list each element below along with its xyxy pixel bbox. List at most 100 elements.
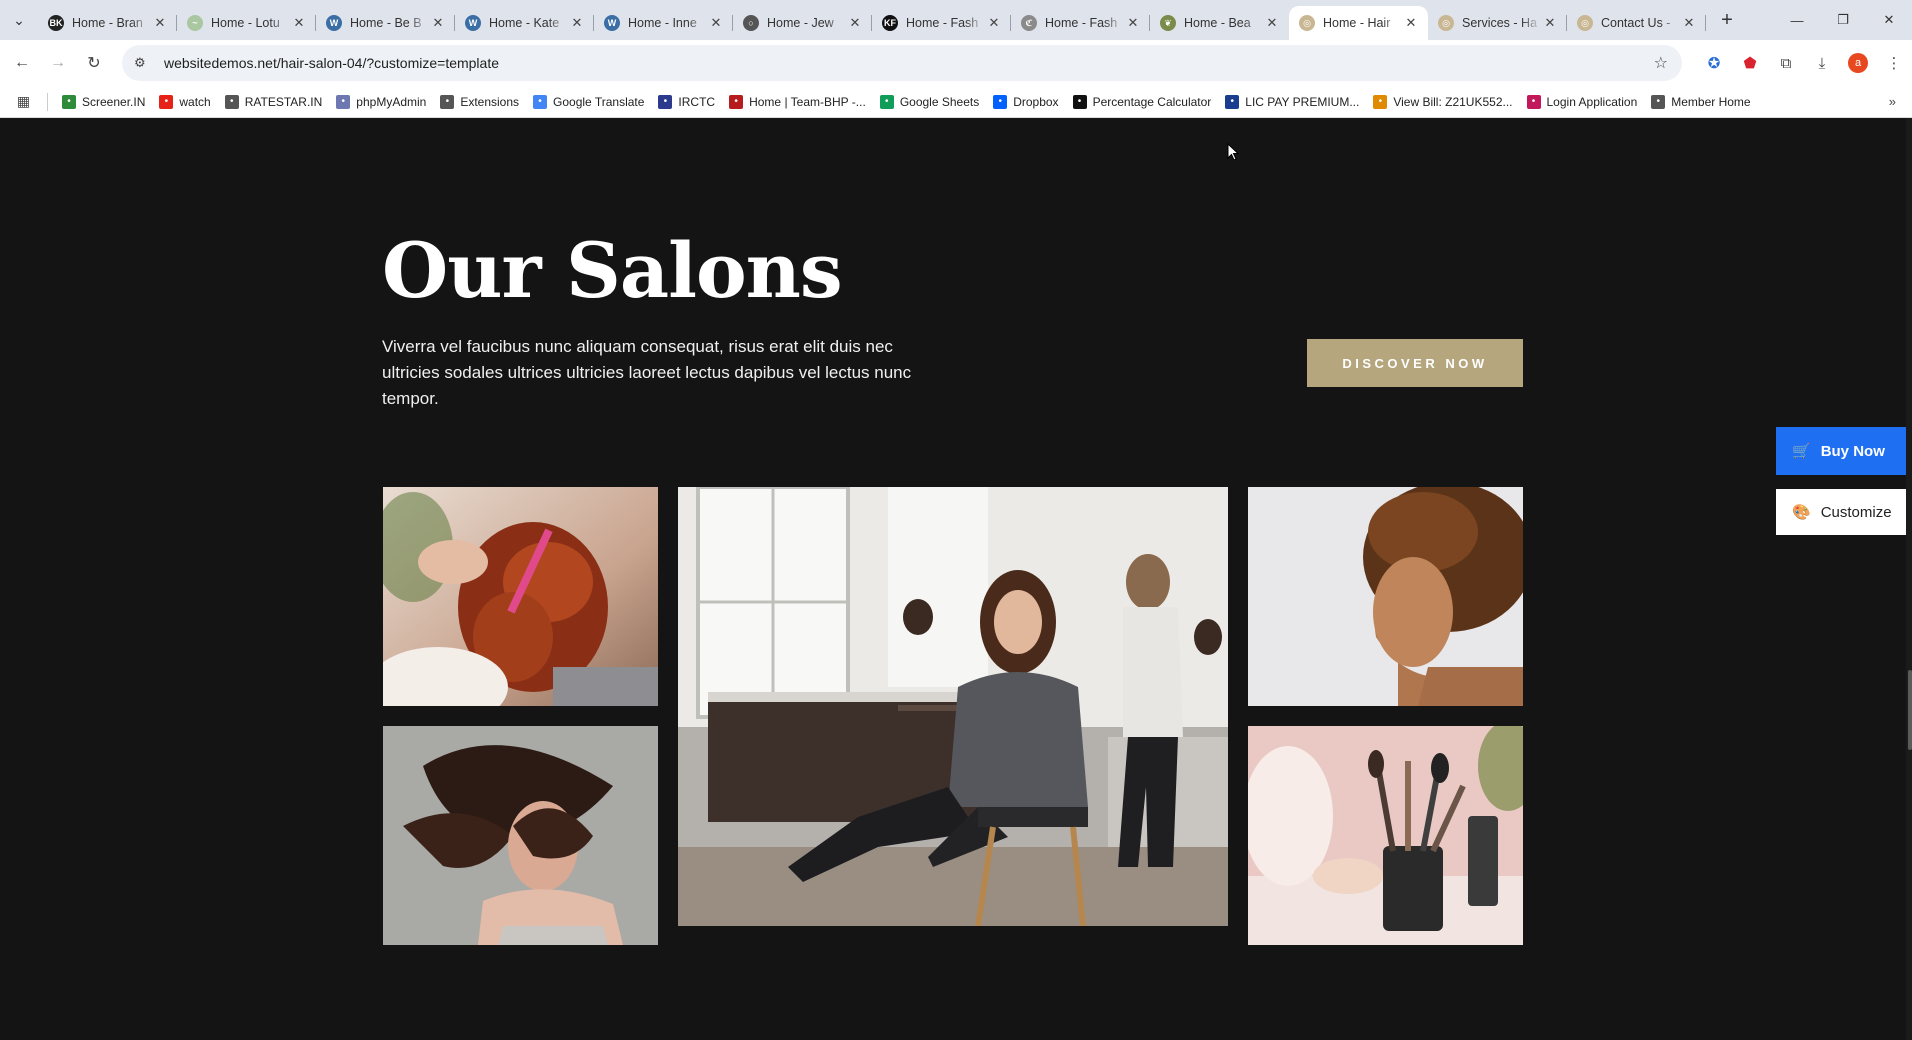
tab-favicon-icon: ○ (743, 15, 759, 31)
browser-tab[interactable]: ◎ Services - Ha ✕ (1428, 6, 1567, 40)
salon-photo-makeup-brushes (1248, 726, 1523, 945)
browser-tab[interactable]: BK Home - Bran ✕ (38, 6, 177, 40)
cart-icon: 🛒 (1792, 443, 1811, 460)
bookmark-item[interactable]: • watch (159, 94, 211, 109)
bookmark-item[interactable]: • LIC PAY PREMIUM... (1225, 94, 1360, 109)
forward-icon[interactable]: → (40, 45, 76, 81)
tab-close-icon[interactable]: ✕ (707, 15, 725, 31)
bookmark-item[interactable]: • RATESTAR.IN (224, 94, 322, 109)
tab-title: Contact Us - (1601, 16, 1671, 30)
bookmark-item[interactable]: • Member Home (1651, 94, 1751, 109)
bookmark-item[interactable]: • Screener.IN (62, 94, 145, 109)
tab-close-icon[interactable]: ✕ (151, 15, 169, 31)
bookmark-item[interactable]: • phpMyAdmin (336, 94, 426, 109)
bookmark-item[interactable]: • Home | Team-BHP -... (729, 94, 866, 109)
page-scrollbar[interactable] (1906, 118, 1912, 1040)
bookmark-label: watch (179, 94, 211, 109)
browser-tab[interactable]: ◎ Contact Us - ✕ (1567, 6, 1706, 40)
tab-title: Home - Inne (628, 16, 697, 30)
lic-icon: • (1225, 94, 1240, 109)
tab-close-icon[interactable]: ✕ (1402, 15, 1420, 31)
bookmark-item[interactable]: • IRCTC (658, 94, 715, 109)
buy-now-label: Buy Now (1820, 442, 1885, 460)
tab-favicon-icon: W (326, 15, 342, 31)
toolbar-actions: ✪ ⬟ ⧉ ⤓ a ⋮ (1696, 40, 1912, 86)
puzzle-icon: • (440, 94, 455, 109)
bookmark-item[interactable]: • Extensions (440, 94, 520, 109)
tab-close-icon[interactable]: ✕ (1124, 15, 1142, 31)
bookmark-item[interactable]: • Login Application (1526, 94, 1637, 109)
sheets-icon: • (879, 94, 894, 109)
bookmark-list: • Screener.IN • watch • RATESTAR.IN • phpMyAdmi… (48, 94, 1751, 109)
window-controls: — ❐ ✕ (1774, 0, 1912, 40)
new-tab-button[interactable]: + (1710, 9, 1744, 32)
mouse-cursor-icon (1227, 143, 1239, 161)
browser-tab[interactable]: ◎ Home - Hair ✕ (1289, 6, 1428, 40)
site-info-icon[interactable]: ⚙ (134, 55, 152, 71)
bookmark-label: Extensions (460, 94, 520, 109)
browser-tab[interactable]: ○ Home - Jew ✕ (733, 6, 872, 40)
tab-favicon-icon: W (604, 15, 620, 31)
bookmark-item[interactable]: • Percentage Calculator (1072, 94, 1211, 109)
irctc-icon: • (658, 94, 673, 109)
discover-now-button[interactable]: DISCOVER NOW (1307, 339, 1523, 387)
browser-tab[interactable]: W Home - Inne ✕ (594, 6, 733, 40)
extensions-puzzle-icon[interactable]: ⧉ (1768, 55, 1804, 72)
tab-close-icon[interactable]: ✕ (985, 15, 1003, 31)
browser-menu-icon[interactable]: ⋮ (1876, 54, 1912, 72)
salon-photo-curly-hair (1248, 487, 1523, 706)
browser-tab[interactable]: W Home - Kate ✕ (455, 6, 594, 40)
tab-title: Home - Jew (767, 16, 834, 30)
browser-tab[interactable]: W Home - Be B ✕ (316, 6, 455, 40)
tab-close-icon[interactable]: ✕ (846, 15, 864, 31)
buy-now-button[interactable]: 🛒 Buy Now (1776, 427, 1906, 475)
bookmark-label: Google Translate (553, 94, 645, 109)
tab-search-chevron-icon[interactable]: ⌄ (0, 0, 38, 40)
profile-avatar[interactable]: a (1848, 53, 1868, 73)
close-window-icon[interactable]: ✕ (1866, 0, 1912, 40)
bookmark-star-icon[interactable]: ☆ (1654, 53, 1668, 73)
downloads-icon[interactable]: ⤓ (1804, 55, 1840, 72)
tab-title: Home - Fash (1045, 16, 1118, 30)
tab-title: Home - Bea (1184, 16, 1251, 30)
tab-close-icon[interactable]: ✕ (1680, 15, 1698, 31)
reload-icon[interactable]: ↻ (76, 45, 112, 81)
tab-close-icon[interactable]: ✕ (290, 15, 308, 31)
globe-icon: • (1651, 94, 1666, 109)
bookmark-label: Home | Team-BHP -... (749, 94, 866, 109)
minimize-icon[interactable]: — (1774, 0, 1820, 40)
palette-icon: 🎨 (1792, 504, 1811, 521)
bookmark-label: LIC PAY PREMIUM... (1245, 94, 1360, 109)
scrollbar-thumb[interactable] (1908, 670, 1912, 750)
browser-tab[interactable]: ❦ Home - Bea ✕ (1150, 6, 1289, 40)
tab-close-icon[interactable]: ✕ (1541, 15, 1559, 31)
bookmark-item[interactable]: • Google Sheets (879, 94, 980, 109)
restore-icon[interactable]: ❐ (1820, 0, 1866, 40)
ratestar-icon: • (224, 94, 239, 109)
more-bookmarks-icon[interactable]: » (1889, 94, 1896, 109)
bookmark-item[interactable]: • Google Translate (533, 94, 645, 109)
tab-favicon-icon: ~ (187, 15, 203, 31)
tab-close-icon[interactable]: ✕ (1263, 15, 1281, 31)
extension-blue-icon[interactable]: ✪ (1696, 54, 1732, 72)
extension-red-shield-icon[interactable]: ⬟ (1732, 54, 1768, 72)
bookmark-label: Dropbox (1013, 94, 1059, 109)
browser-tab[interactable]: ℭ Home - Fash ✕ (1011, 6, 1150, 40)
teambhp-icon: • (729, 94, 744, 109)
bookmark-item[interactable]: • View Bill: Z21UK552... (1373, 94, 1513, 109)
tab-close-icon[interactable]: ✕ (429, 15, 447, 31)
customize-button[interactable]: 🎨 Customize (1776, 489, 1906, 535)
browser-tab[interactable]: KF Home - Fash ✕ (872, 6, 1011, 40)
browser-tab[interactable]: ~ Home - Lotu ✕ (177, 6, 316, 40)
back-icon[interactable]: ← (4, 45, 40, 81)
bookmark-label: Google Sheets (899, 94, 980, 109)
apps-grid-icon[interactable]: ▦ (0, 92, 48, 111)
page-viewport: Our Salons Viverra vel faucibus nunc ali… (0, 118, 1912, 1040)
tab-favicon-icon: BK (48, 15, 64, 31)
tab-title: Home - Fash (906, 16, 979, 30)
bookmark-item[interactable]: • Dropbox (993, 94, 1059, 109)
youtube-icon: • (159, 94, 174, 109)
salon-photo-hair-flip (383, 726, 658, 945)
tab-close-icon[interactable]: ✕ (568, 15, 586, 31)
address-bar[interactable]: ⚙ websitedemos.net/hair-salon-04/?custom… (122, 45, 1682, 81)
